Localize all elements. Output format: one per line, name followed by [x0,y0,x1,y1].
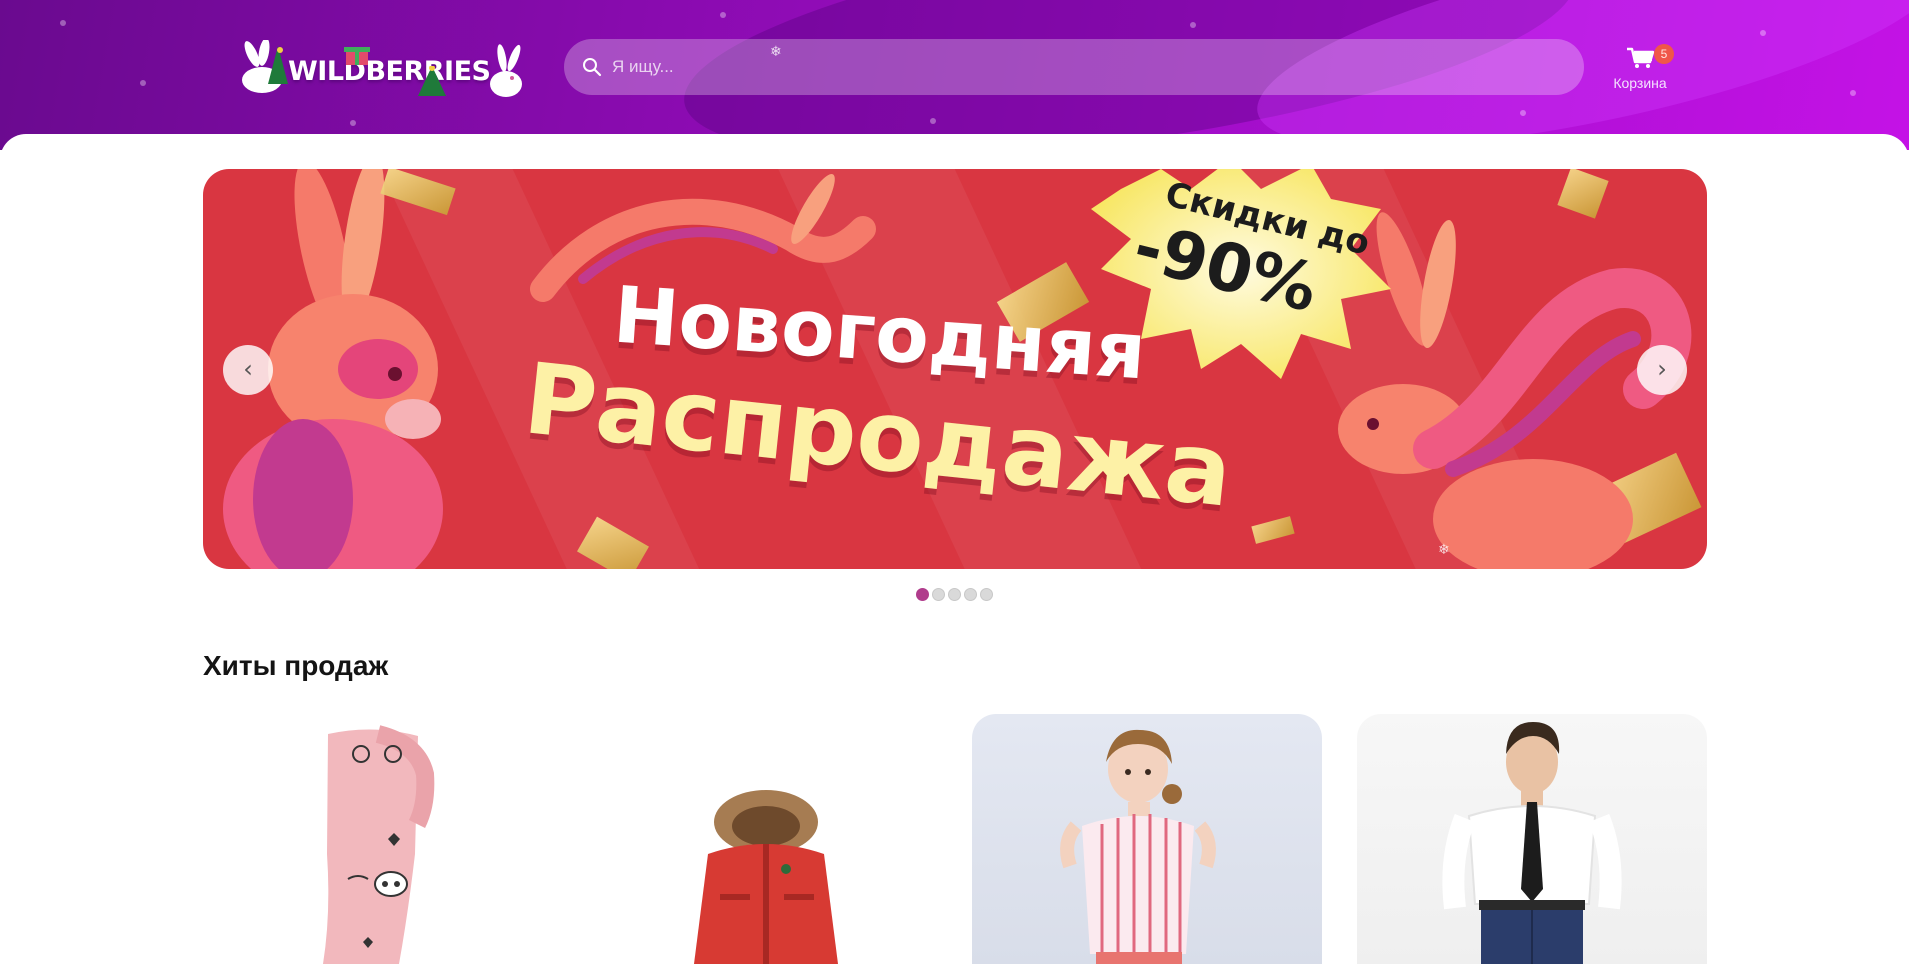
search-input[interactable] [612,39,1562,95]
search-bar[interactable]: ❄ [564,39,1584,95]
carousel-dot[interactable] [916,588,929,601]
cart-button[interactable]: 5 Корзина [1604,40,1676,96]
product-image [1442,722,1622,964]
snow-dot [1520,110,1526,116]
search-icon [583,58,602,77]
product-card[interactable] [203,714,553,964]
snow-dot [1190,22,1196,28]
snow-dot [720,12,726,18]
gold-confetti [1251,516,1295,544]
carousel-dot[interactable] [932,588,945,601]
carousel-dot[interactable] [964,588,977,601]
snowflake-icon: ❄ [1438,541,1450,557]
gift-icon [344,47,370,65]
product-image [1060,729,1216,964]
product-image [323,725,435,964]
cart-count-badge: 5 [1654,44,1674,64]
carousel-dot[interactable] [980,588,993,601]
header: WILDBERRIES ❄ 5 [0,0,1909,150]
banner-next-button[interactable]: › [1637,345,1687,395]
snow-dot [140,80,146,86]
carousel-dot[interactable] [948,588,961,601]
snowflake-icon: ❄ [770,43,782,59]
snow-dot [930,118,936,124]
product-card[interactable] [588,714,938,964]
snow-dot [60,20,66,26]
snow-dot [350,120,356,126]
section-title: Хиты продаж [203,650,389,681]
promo-banner[interactable]: Скидки до -90% Новогодняя Распродажа ❄ ‹… [203,169,1707,569]
tree-icon [418,66,446,96]
product-image [694,790,838,964]
banner-prev-button[interactable]: ‹ [223,345,273,395]
product-card[interactable] [1357,714,1707,964]
cart-label: Корзина [1613,75,1667,91]
snow-dot [1850,90,1856,96]
logo-text: WILDBERRIES [288,56,491,87]
snow-dot [1760,30,1766,36]
logo[interactable]: WILDBERRIES [236,40,536,100]
cart-icon [1627,47,1655,68]
rabbit-logo-icon [242,40,288,93]
product-card[interactable] [972,714,1322,964]
rabbit-logo-icon [490,44,522,97]
